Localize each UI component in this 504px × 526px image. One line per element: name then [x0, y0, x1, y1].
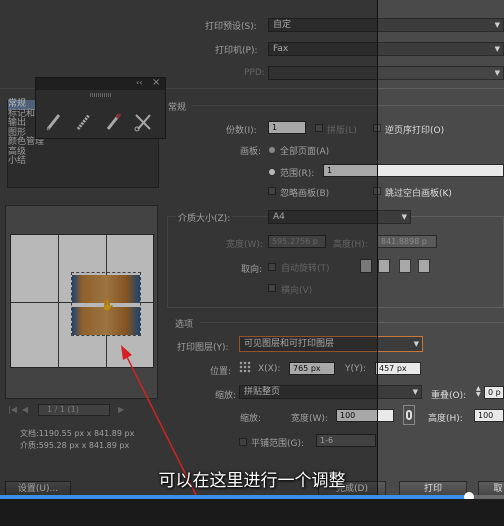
annotation-arrow-icon: [121, 345, 203, 508]
video-control-bar: [0, 499, 504, 526]
video-subtitle: 可以在这里进行一个调整: [158, 471, 346, 491]
